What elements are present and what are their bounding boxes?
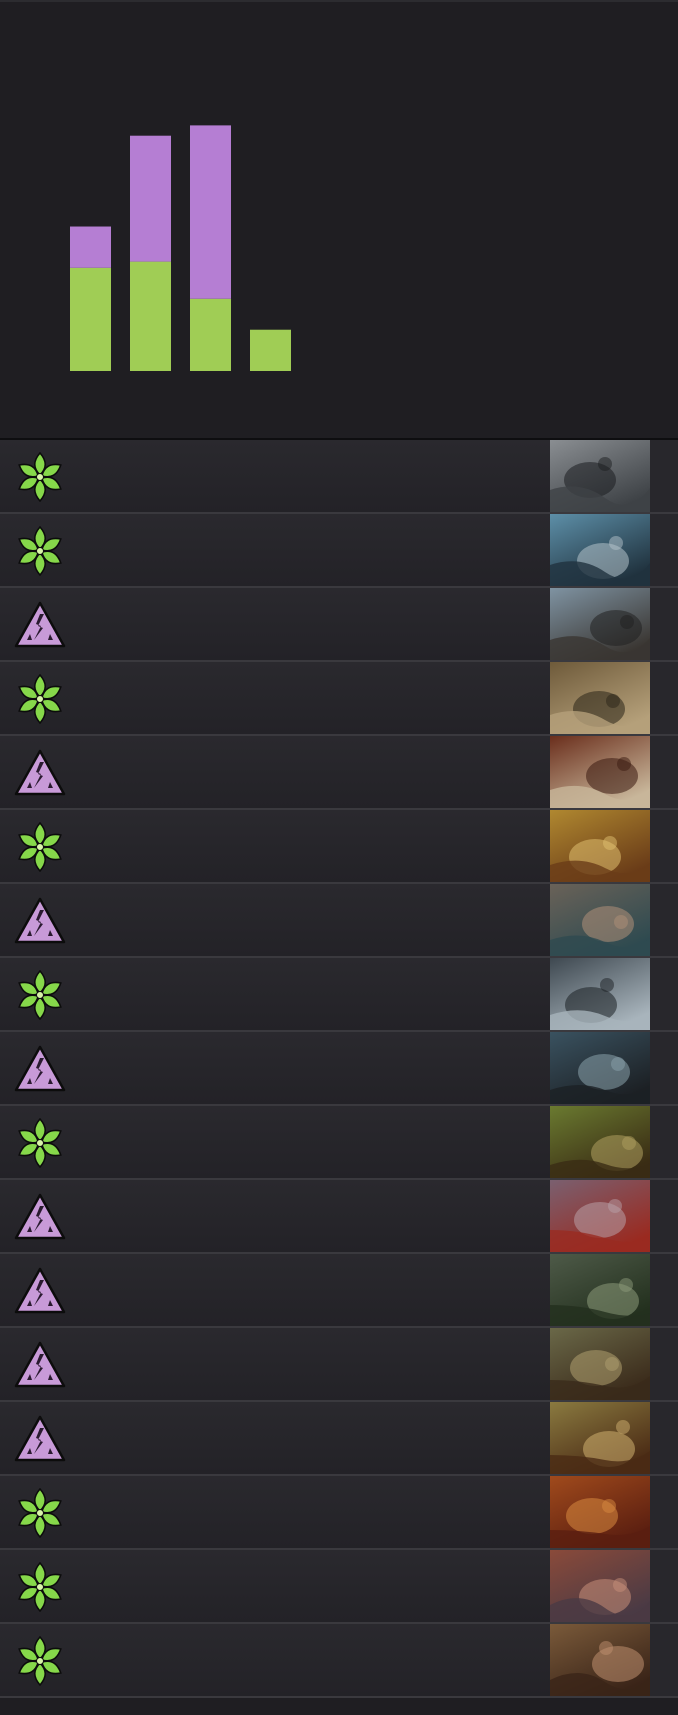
card-art-giant-rat (550, 662, 650, 734)
green-star-icon (18, 452, 62, 502)
row-edge (650, 1550, 678, 1622)
card-row[interactable] (0, 810, 678, 884)
green-star-icon (18, 1562, 62, 1612)
bar-3-segment-1 (190, 298, 231, 371)
card-row[interactable] (0, 1402, 678, 1476)
green-star-icon (18, 822, 62, 872)
stacked-bar-chart (70, 125, 291, 371)
card-art-skull (550, 736, 650, 808)
card-art-fire-brute (550, 1476, 650, 1548)
card-row[interactable] (0, 1032, 678, 1106)
bar-3-segment-2 (190, 125, 231, 299)
card-row[interactable] (0, 1550, 678, 1624)
card-row[interactable] (0, 514, 678, 588)
card-art-leaping-beast (550, 1106, 650, 1178)
card-art-dark-knight (550, 1032, 650, 1104)
card-row[interactable] (0, 1254, 678, 1328)
row-edge (650, 1180, 678, 1252)
card-list (0, 440, 678, 1698)
card-art-howling-wolf (550, 588, 650, 660)
card-row[interactable] (0, 958, 678, 1032)
card-art-rat-rider (550, 884, 650, 956)
purple-triangle-icon (14, 1045, 66, 1092)
row-edge (650, 736, 678, 808)
green-star-icon (18, 526, 62, 576)
purple-triangle-icon (14, 1341, 66, 1388)
card-row[interactable] (0, 588, 678, 662)
row-edge (650, 1476, 678, 1548)
row-edge (650, 1106, 678, 1178)
row-edge (650, 1254, 678, 1326)
bar-4-segment-1 (250, 329, 291, 371)
card-row[interactable] (0, 662, 678, 736)
card-art-hooded-rider (550, 440, 650, 512)
bar-2-segment-1 (130, 261, 171, 371)
row-edge (650, 1328, 678, 1400)
card-art-golden-warrior (550, 810, 650, 882)
card-art-red-mage (550, 1550, 650, 1622)
row-edge (650, 1402, 678, 1474)
purple-triangle-icon (14, 601, 66, 648)
row-edge (650, 662, 678, 734)
card-art-goblin-scout (550, 1328, 650, 1400)
bar-1-segment-2 (70, 226, 111, 268)
card-art-moon-wolf (550, 958, 650, 1030)
card-row[interactable] (0, 736, 678, 810)
green-star-icon (18, 674, 62, 724)
row-edge (650, 1624, 678, 1696)
row-edge (650, 440, 678, 512)
row-edge (650, 958, 678, 1030)
purple-triangle-icon (14, 1415, 66, 1462)
card-row[interactable] (0, 1180, 678, 1254)
card-row[interactable] (0, 1328, 678, 1402)
card-art-clay-ogre (550, 1624, 650, 1696)
card-art-treasure-guard (550, 1402, 650, 1474)
card-row[interactable] (0, 440, 678, 514)
purple-triangle-icon (14, 897, 66, 944)
purple-triangle-icon (14, 749, 66, 796)
row-edge (650, 810, 678, 882)
card-row[interactable] (0, 884, 678, 958)
row-edge (650, 514, 678, 586)
purple-triangle-icon (14, 1193, 66, 1240)
row-edge (650, 588, 678, 660)
row-edge (650, 884, 678, 956)
bar-1-segment-1 (70, 267, 111, 371)
card-art-serpent-maw (550, 514, 650, 586)
green-star-icon (18, 970, 62, 1020)
card-row[interactable] (0, 1106, 678, 1180)
card-row[interactable] (0, 1476, 678, 1550)
green-star-icon (18, 1488, 62, 1538)
card-art-giant-insect (550, 1180, 650, 1252)
card-cost-chart (0, 0, 678, 438)
bar-2-segment-2 (130, 135, 171, 262)
green-star-icon (18, 1118, 62, 1168)
card-art-swamp-crawler (550, 1254, 650, 1326)
row-edge (650, 1032, 678, 1104)
purple-triangle-icon (14, 1267, 66, 1314)
card-row[interactable] (0, 1624, 678, 1698)
green-star-icon (18, 1636, 62, 1686)
